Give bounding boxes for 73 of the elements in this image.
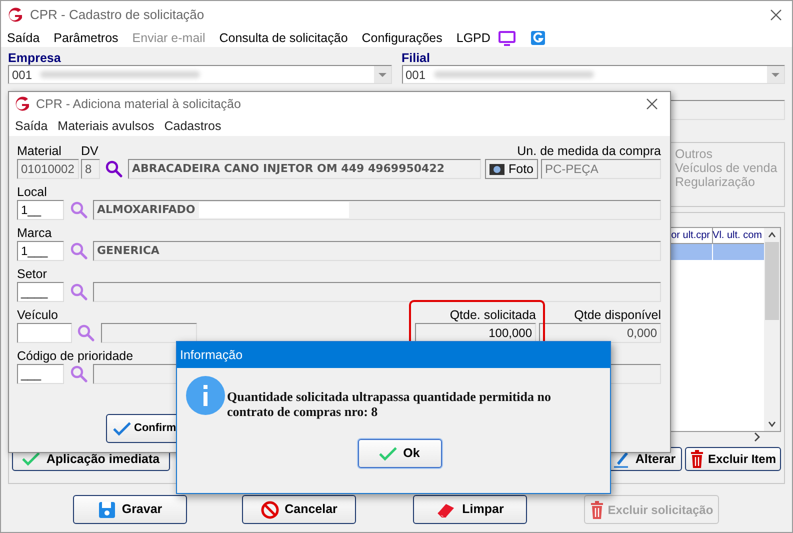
menu-item[interactable]: LGPD (456, 28, 490, 48)
close-icon[interactable] (646, 98, 658, 110)
input-field[interactable]: 100,000 (415, 323, 536, 343)
footer-button[interactable]: Cancelar (242, 495, 356, 524)
monitor-icon (498, 30, 516, 46)
close-icon[interactable] (770, 9, 782, 21)
input-field[interactable]: 0,000 (539, 323, 661, 343)
info-icon (186, 376, 225, 415)
scroll-right-icon (753, 432, 761, 442)
field-label: Filial (402, 51, 430, 65)
logo-icon (13, 96, 31, 112)
search-icon (70, 201, 88, 219)
field-label: DV (81, 144, 98, 158)
field-label: Qtde. solicitada (450, 308, 536, 322)
menu-item[interactable]: Saída (7, 28, 40, 48)
field-label: Material (17, 144, 62, 158)
trash-icon (590, 500, 604, 518)
column-header[interactable]: Vl. ult. com (712, 228, 762, 243)
eraser-icon (436, 502, 456, 518)
window-title: CPR - Adiciona material à solicitação (36, 96, 242, 113)
ok-button[interactable]: Ok (358, 439, 442, 468)
menu-item[interactable]: Parâmetros (54, 28, 118, 48)
action-button[interactable]: Excluir Item (685, 447, 781, 471)
input-field[interactable]: 1___ (17, 241, 64, 261)
combo-box[interactable]: 001 (402, 65, 785, 84)
window-title: CPR - Cadastro de solicitação (30, 6, 206, 24)
footer-button[interactable]: Gravar (73, 495, 187, 524)
input-field[interactable]: ALMOXARIFADO (93, 200, 661, 220)
search-icon (70, 242, 88, 260)
menu-item[interactable]: Consulta de solicitação (219, 28, 348, 48)
check-icon (113, 422, 131, 436)
input-field[interactable] (17, 323, 72, 343)
search-icon (77, 324, 95, 342)
input-field[interactable]: ____ (17, 282, 64, 302)
check-icon (379, 446, 398, 460)
search-icon (70, 365, 88, 383)
input-field[interactable]: ___ (17, 364, 64, 384)
field-label: Código de prioridade (17, 349, 134, 363)
input-field[interactable] (93, 282, 661, 302)
menu-item[interactable]: Materiais avulsos (58, 116, 154, 136)
input-field[interactable]: ABRACADEIRA CANO INJETOR OM 449 4969950422 (128, 159, 481, 179)
input-field[interactable]: 8 (81, 159, 100, 179)
pencil-icon (613, 450, 630, 468)
camera-icon (489, 162, 506, 176)
prohibited-icon (260, 500, 279, 518)
column-header[interactable]: or ult.cpr (671, 228, 710, 243)
menu-item[interactable]: Configurações (362, 28, 442, 48)
combo-box[interactable]: 001 (8, 65, 392, 84)
search-icon (105, 160, 123, 178)
input-field[interactable]: 01010002 (17, 159, 79, 179)
scrollbar[interactable] (764, 228, 780, 431)
input-field[interactable]: 1__ (17, 200, 64, 220)
scrollbar-thumb[interactable] (765, 242, 779, 320)
field-label: Empresa (8, 51, 61, 65)
field-label: Setor (17, 267, 47, 281)
input-field[interactable]: PC-PEÇA (541, 159, 661, 179)
field-label: Un. de medida da compra (517, 144, 661, 158)
field-label: Qtde disponível (574, 308, 661, 322)
field-label: Local (17, 185, 47, 199)
input-field[interactable] (101, 323, 197, 343)
check-icon (22, 452, 40, 466)
menu-item[interactable]: Cadastros (164, 116, 222, 136)
trash-icon (690, 450, 704, 468)
menu-item[interactable]: Saída (15, 116, 48, 136)
dialog-message: Quantidade solicitada ultrapassa quantidade permitida no contrato de compras nro: 8 (227, 389, 552, 419)
footer-button[interactable]: Limpar (413, 495, 527, 524)
field-label: Marca (17, 226, 52, 240)
field-label: Veículo (17, 308, 58, 322)
search-icon (70, 283, 88, 301)
input-field[interactable]: GENERICA (93, 241, 661, 261)
dialog-title: Informação (180, 346, 243, 364)
photo-button[interactable]: Foto (485, 159, 538, 179)
logo-icon (6, 7, 24, 23)
